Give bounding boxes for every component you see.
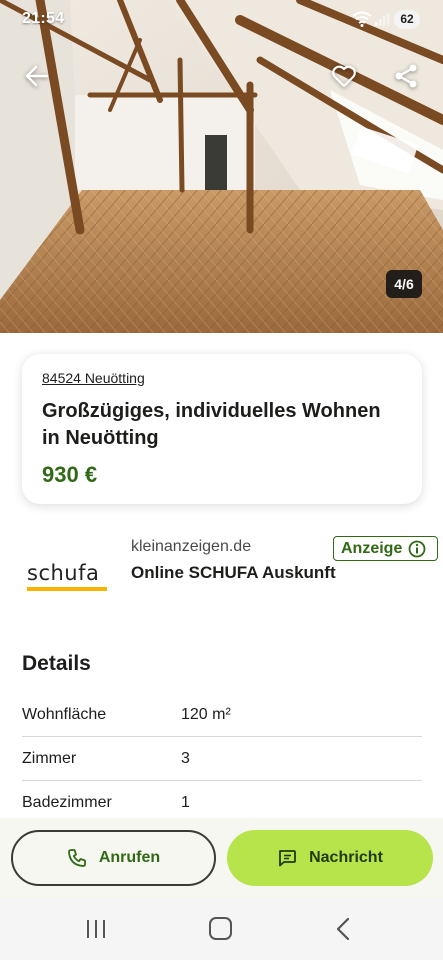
message-icon <box>279 850 296 867</box>
ad-badge-label: Anzeige <box>341 539 403 557</box>
nav-back-icon[interactable] <box>334 917 352 941</box>
contact-action-bar: Anrufen Nachricht <box>0 818 443 898</box>
phone-icon <box>67 849 86 867</box>
call-button-label: Anrufen <box>98 849 161 866</box>
listing-price: 930 € <box>42 462 98 487</box>
back-button[interactable] <box>17 56 57 96</box>
wifi-icon <box>352 11 372 27</box>
system-navigation-bar <box>0 898 443 960</box>
info-icon <box>408 540 426 557</box>
back-arrow-icon <box>25 65 49 87</box>
favorite-button[interactable] <box>324 56 364 96</box>
ad-headline[interactable]: Online SCHUFA Auskunft <box>131 563 336 583</box>
status-bar: 21:54 62 <box>0 0 443 38</box>
detail-row: Zimmer 3 <box>22 737 422 781</box>
ad-domain: kleinanzeigen.de <box>131 538 252 555</box>
detail-value: 1 <box>181 794 190 811</box>
location-link[interactable]: 84524 Neuötting <box>42 370 145 386</box>
detail-value: 3 <box>181 750 190 767</box>
listing-photo[interactable]: 21:54 62 4/6 <box>0 0 443 333</box>
call-button[interactable]: Anrufen <box>11 830 216 886</box>
attic-room-photo <box>0 0 443 333</box>
detail-value: 120 m² <box>181 706 231 723</box>
recent-apps-icon[interactable] <box>84 918 108 940</box>
share-icon <box>395 64 417 88</box>
battery-indicator: 62 <box>394 10 420 29</box>
schufa-logo: schufa <box>27 562 109 592</box>
detail-label: Zimmer <box>22 750 77 767</box>
message-button-label: Nachricht <box>309 849 383 866</box>
share-button[interactable] <box>386 56 426 96</box>
sponsored-ad[interactable]: schufa kleinanzeigen.de Online SCHUFA Au… <box>0 530 443 610</box>
detail-label: Badezimmer <box>22 794 112 811</box>
listing-summary-card: 84524 Neuötting Großzügiges, individuell… <box>22 354 422 504</box>
listing-title: Großzügiges, individuelles Wohnen in Neu… <box>42 400 381 449</box>
photo-counter: 4/6 <box>386 270 422 298</box>
heart-icon <box>332 65 356 88</box>
detail-row: Wohnfläche 120 m² <box>22 693 422 737</box>
detail-label: Wohnfläche <box>22 706 107 723</box>
message-button[interactable]: Nachricht <box>227 830 433 886</box>
signal-icon <box>375 13 390 26</box>
details-heading: Details <box>22 652 91 675</box>
home-icon[interactable] <box>209 917 232 940</box>
ad-badge[interactable]: Anzeige <box>333 536 438 561</box>
clock: 21:54 <box>22 10 65 27</box>
